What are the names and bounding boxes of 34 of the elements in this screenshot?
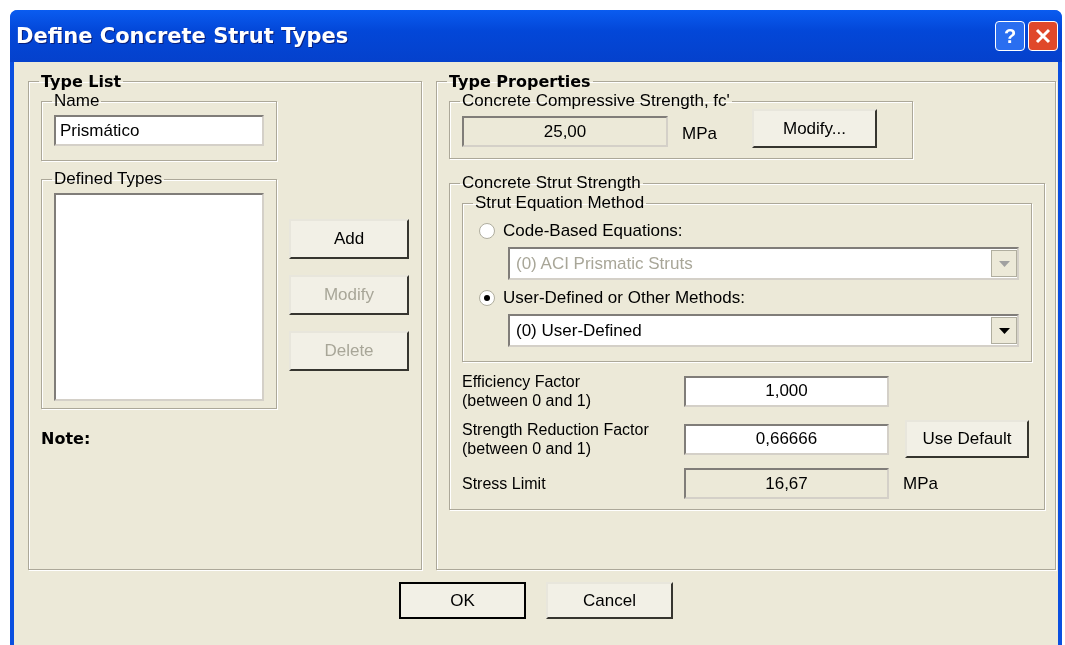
dialog-button[interactable]: OK — [399, 582, 526, 619]
group-title: Type List — [40, 72, 123, 91]
factor-field[interactable]: 0,66666 — [684, 423, 889, 455]
field-hint: (between 0 and 1) — [462, 391, 592, 410]
group-title: Defined Types — [53, 169, 164, 189]
side-button[interactable]: Add — [289, 219, 409, 259]
field-label: Strength Reduction Factor — [462, 420, 650, 439]
group-title: Concrete Strut Strength — [461, 173, 642, 193]
factor-field[interactable]: 1,000 — [684, 375, 889, 407]
group-title: Type Properties — [448, 72, 592, 91]
strength-value: 25,00 — [462, 116, 668, 147]
group-title: Concrete Compressive Strength, fc' — [461, 91, 731, 111]
name-field[interactable]: Prismático — [54, 115, 264, 146]
window-title: Define Concrete Strut Types — [16, 24, 349, 48]
unit-label: MPa — [903, 473, 938, 494]
close-icon — [1035, 28, 1051, 44]
group-title: Strut Equation Method — [474, 193, 646, 213]
default-button[interactable]: Use Default — [905, 420, 1029, 458]
modify-button[interactable]: Modify... — [752, 109, 877, 148]
field-label: Stress Limit — [462, 474, 547, 493]
radio-button[interactable] — [479, 223, 495, 239]
radio-label: Code-Based Equations: — [503, 221, 683, 241]
unit-label: MPa — [682, 123, 718, 144]
method-dropdown[interactable]: (0) User-Defined — [508, 314, 1019, 347]
radio-label: User-Defined or Other Methods: — [503, 288, 745, 308]
close-button[interactable] — [1028, 21, 1058, 51]
dialog-button[interactable]: Cancel — [546, 582, 673, 619]
group-title: Name — [53, 91, 101, 111]
stress-value: 16,67 — [684, 468, 889, 499]
field-label: Efficiency Factor — [462, 372, 581, 391]
note-label: Note: — [41, 429, 92, 448]
field-hint: (between 0 and 1) — [462, 439, 592, 458]
help-button[interactable]: ? — [995, 21, 1025, 51]
radio-button[interactable] — [479, 290, 495, 306]
